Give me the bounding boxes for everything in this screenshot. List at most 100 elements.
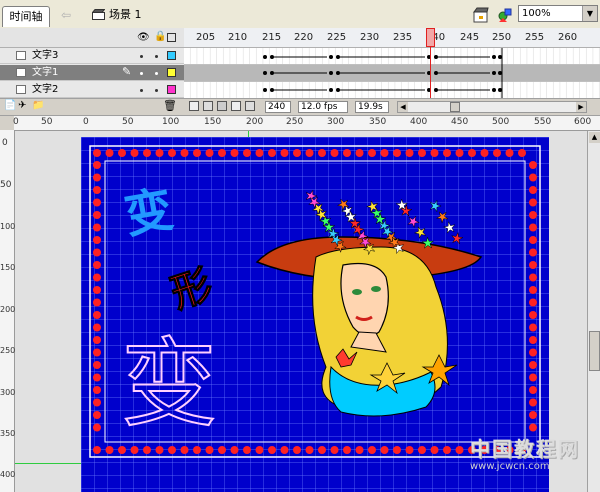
border-dot [93, 198, 101, 207]
border-dot [529, 411, 537, 419]
scroll-thumb[interactable] [589, 331, 600, 371]
visibility-dot[interactable] [140, 55, 143, 58]
frame-tracks[interactable] [184, 48, 600, 98]
playhead-line [430, 47, 431, 98]
layer-row-3[interactable]: 文字2 [0, 82, 184, 98]
border-dot [168, 446, 176, 454]
ruler-label: 50 [0, 180, 12, 190]
border-dot [93, 186, 101, 194]
border-dot [143, 149, 151, 157]
border-dot [529, 323, 537, 332]
ruler-label: 0 [83, 117, 89, 127]
border-dot [529, 348, 537, 357]
layer-outline-swatch[interactable] [167, 51, 176, 60]
vertical-ruler: 0 50 100 150 200 250 300 350 400 [0, 130, 15, 492]
lock-dot[interactable] [155, 89, 158, 92]
scroll-up-icon[interactable]: ▲ [589, 132, 600, 143]
edit-scene-icon[interactable] [473, 7, 489, 23]
vertical-scrollbar[interactable]: ▲ [587, 131, 600, 492]
ruler-label: 300 [327, 117, 345, 127]
visibility-dot[interactable] [140, 72, 143, 75]
insert-layer-icon[interactable]: 📄 [4, 100, 16, 111]
eye-icon[interactable]: 👁 [137, 32, 150, 43]
frame-number: 230 [360, 32, 380, 43]
frame-number: 210 [228, 32, 248, 43]
border-dot [305, 446, 314, 454]
timeline-footer: 📄 ✈ 📁 🗑 240 12.0 fps 19.9s ◀ ▶ [0, 98, 600, 116]
border-dot [93, 298, 101, 307]
border-dot [443, 149, 451, 157]
border-dot [268, 446, 276, 454]
frame-panel[interactable]: 205 210 215 220 225 230 235 240 245 250 … [184, 28, 600, 98]
chevron-down-icon[interactable]: ▼ [582, 6, 597, 21]
border-dot [93, 286, 101, 294]
border-dot [380, 149, 389, 157]
layer-name[interactable]: 文字2 [32, 84, 58, 96]
border-dot [443, 446, 451, 454]
border-dot [93, 236, 101, 244]
current-frame-field: 240 [265, 101, 291, 113]
frame-number: 250 [492, 32, 512, 43]
onion-skin-icon[interactable] [203, 101, 213, 111]
edit-multiple-frames-icon[interactable] [231, 101, 241, 111]
border-dot [93, 423, 101, 432]
border-dot [230, 149, 239, 157]
insert-folder-icon[interactable]: 📁 [32, 100, 44, 111]
visibility-dot[interactable] [140, 89, 143, 92]
layer-row-1[interactable]: 文字3 [0, 48, 184, 64]
ruler-label: 250 [0, 346, 16, 355]
border-dot [143, 446, 151, 454]
border-dot [93, 261, 101, 269]
timeline-hscroll[interactable]: ◀ ▶ [397, 101, 587, 113]
outline-icon[interactable] [167, 33, 176, 42]
watermark-chinese: 中国教程网 [470, 437, 580, 461]
scene-label[interactable]: 场景 1 [109, 8, 142, 22]
center-frame-icon[interactable] [189, 101, 199, 111]
scroll-right-icon[interactable]: ▶ [576, 102, 586, 112]
scene-clapper-icon [92, 9, 105, 20]
border-dot [93, 446, 101, 454]
border-dot [130, 446, 139, 454]
add-guide-layer-icon[interactable]: ✈ [18, 100, 26, 111]
border-dot [330, 149, 339, 157]
layer-name[interactable]: 文字1 [32, 67, 58, 79]
scroll-left-icon[interactable]: ◀ [398, 102, 408, 112]
lock-icon[interactable]: 🔒 [154, 31, 166, 42]
border-dot [105, 149, 114, 157]
border-dot [93, 223, 101, 232]
frame-number: 235 [393, 32, 413, 43]
layer-name[interactable]: 文字3 [32, 50, 58, 62]
border-dot [243, 149, 251, 157]
onion-outline-icon[interactable] [217, 101, 227, 111]
border-dot [529, 398, 537, 407]
tab-timeline[interactable]: 时间轴 [2, 6, 50, 27]
border-dot [193, 446, 201, 454]
frame-rate-field[interactable]: 12.0 fps [298, 101, 348, 113]
border-dot [293, 149, 301, 157]
border-dot [118, 149, 126, 157]
frame-number: 205 [196, 32, 216, 43]
border-dot [380, 446, 389, 454]
border-dot [93, 161, 101, 169]
border-dot [455, 149, 464, 157]
playhead[interactable] [426, 28, 435, 47]
frame-ruler[interactable]: 205 210 215 220 225 230 235 240 245 250 … [184, 28, 600, 48]
border-dot [155, 446, 164, 454]
lock-dot[interactable] [155, 72, 158, 75]
onion-markers-icon[interactable] [245, 101, 255, 111]
back-arrow-icon[interactable]: ⇦ [58, 8, 74, 22]
border-dot [529, 286, 537, 294]
layer-header: 👁 🔒 [0, 28, 184, 48]
delete-layer-icon[interactable]: 🗑 [163, 99, 177, 112]
layer-outline-swatch[interactable] [167, 85, 176, 94]
layer-icon [16, 51, 26, 60]
border-dot [93, 173, 101, 182]
layer-row-2-selected[interactable]: 文字1 ✎ [0, 65, 184, 81]
edit-symbol-icon[interactable] [497, 7, 513, 23]
scroll-thumb[interactable] [450, 102, 460, 112]
zoom-dropdown[interactable]: 100% ▼ [518, 5, 598, 22]
lock-dot[interactable] [155, 55, 158, 58]
layer-outline-swatch[interactable] [167, 68, 176, 77]
border-dot [193, 149, 201, 157]
border-dot [529, 211, 537, 219]
